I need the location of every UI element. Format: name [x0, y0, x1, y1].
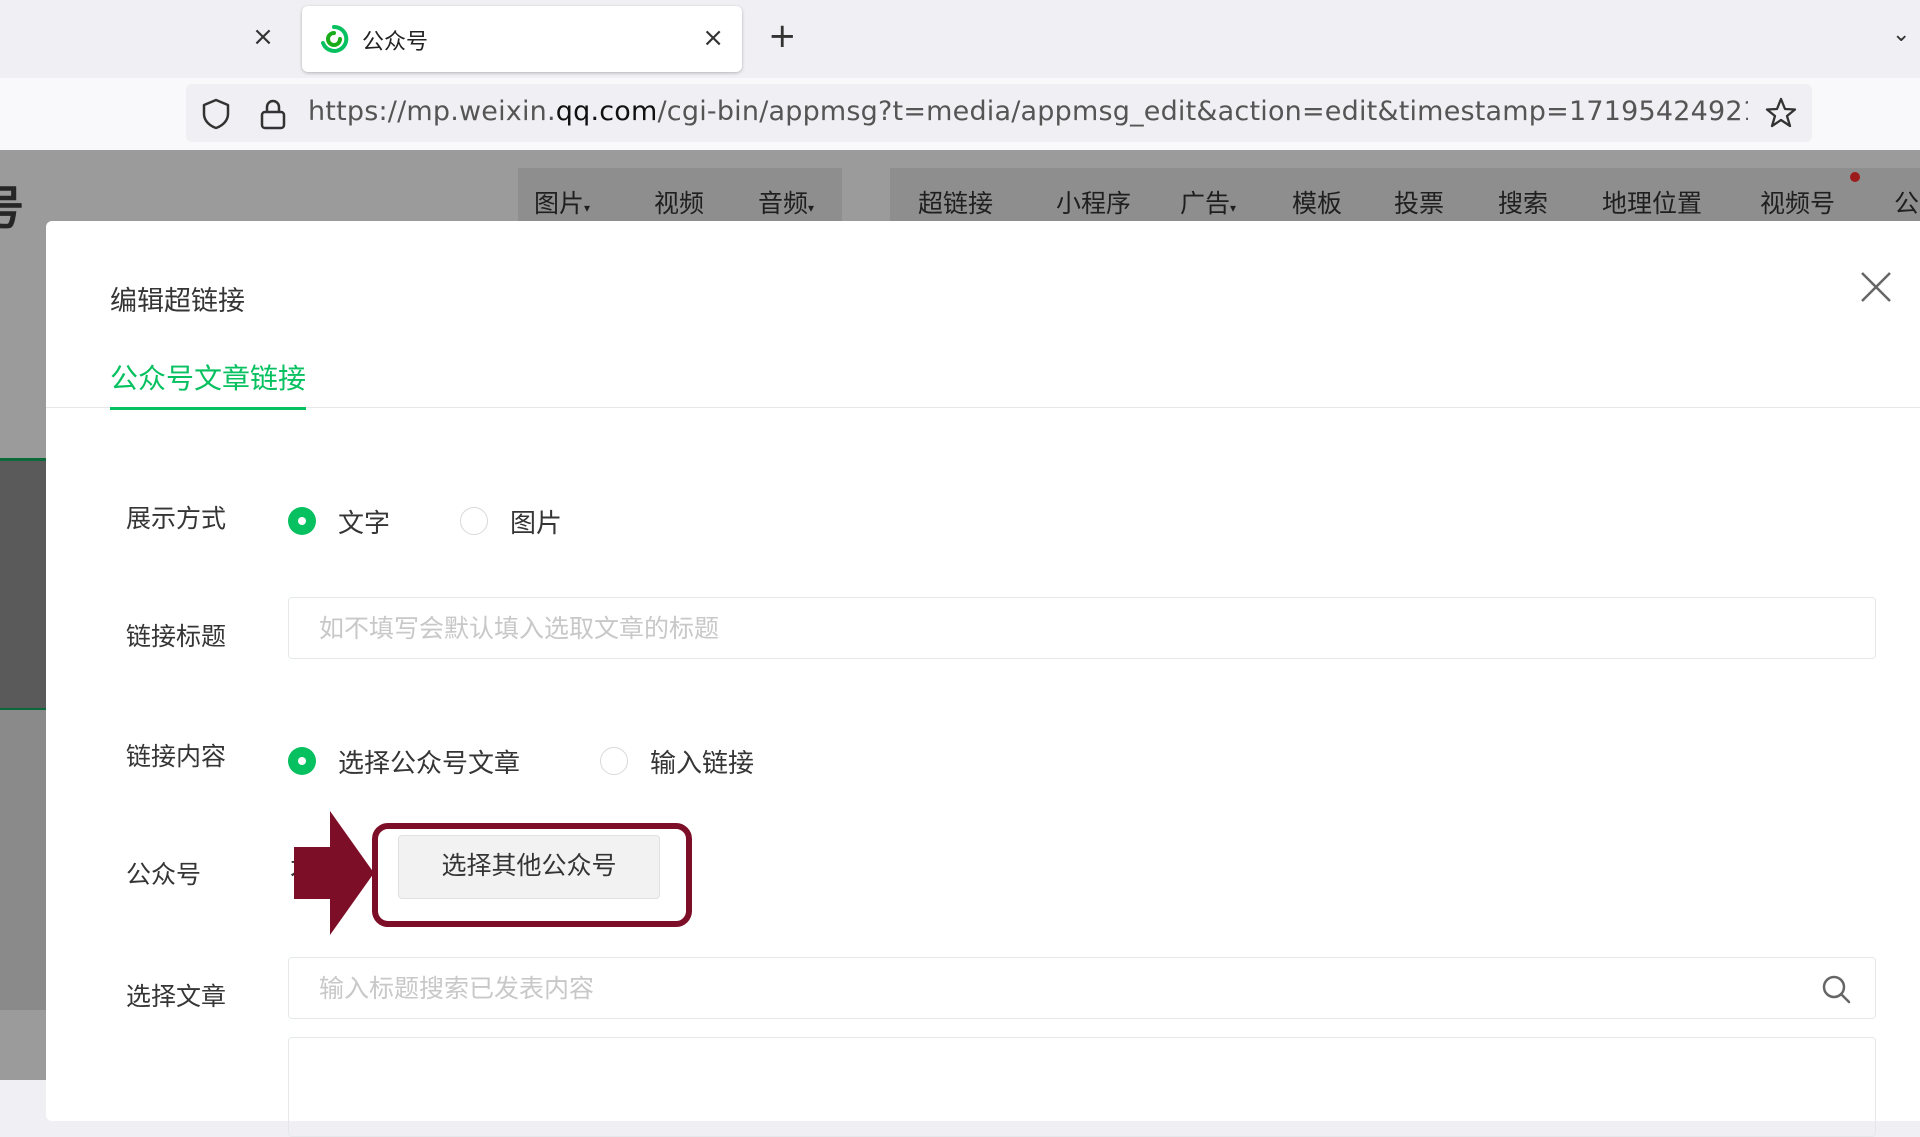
- toolbar-item-ad[interactable]: 广告▾: [1180, 184, 1236, 220]
- article-list: [288, 1037, 1876, 1137]
- radio-select-article-label[interactable]: 选择公众号文章: [338, 743, 520, 780]
- radio-select-article[interactable]: [288, 747, 316, 775]
- toolbar-item-location[interactable]: 地理位置: [1602, 184, 1702, 220]
- toolbar-item-video[interactable]: 视频: [654, 184, 704, 220]
- toolbar-item-image[interactable]: 图片▾: [534, 184, 590, 220]
- shield-icon[interactable]: [200, 97, 232, 131]
- tab-close-icon[interactable]: ×: [702, 23, 724, 53]
- close-icon[interactable]: [1856, 267, 1896, 307]
- toolbar-item-more[interactable]: 公: [1894, 184, 1919, 220]
- link-title-input[interactable]: [288, 597, 1876, 659]
- tab-title: 公众号: [362, 30, 429, 55]
- radio-image-mode-label[interactable]: 图片: [510, 503, 562, 540]
- toolbar-item-miniprogram[interactable]: 小程序: [1056, 184, 1131, 220]
- toolbar-item-template[interactable]: 模板: [1292, 184, 1342, 220]
- link-title-label: 链接标题: [126, 622, 227, 651]
- tab-list-chevron-icon[interactable]: ⌄: [1892, 22, 1910, 47]
- toolbar-item-hyperlink[interactable]: 超链接: [918, 184, 993, 220]
- annotation-highlight-box: [372, 823, 692, 927]
- tab-official-account-article-link[interactable]: 公众号文章链接: [110, 357, 307, 410]
- search-icon[interactable]: [1820, 973, 1852, 1005]
- display-mode-label: 展示方式: [126, 504, 227, 533]
- page-brand-title: 号: [0, 181, 24, 235]
- sidebar-divider: [0, 458, 46, 461]
- url-prefix: https://mp.weixin.: [308, 96, 556, 127]
- edit-hyperlink-dialog: 编辑超链接 公众号文章链接 展示方式 文字 图片 链接标题 链接内容 选择公众号…: [46, 221, 1920, 1137]
- annotation-arrow-icon: [294, 811, 374, 935]
- select-article-label: 选择文章: [126, 982, 227, 1011]
- weixin-favicon-icon: [321, 24, 349, 53]
- sidebar-panel-lower: [0, 710, 46, 1010]
- dialog-title: 编辑超链接: [110, 286, 245, 317]
- toolbar-item-audio[interactable]: 音频▾: [758, 184, 814, 220]
- toolbar-item-search[interactable]: 搜索: [1498, 184, 1548, 220]
- radio-input-link-label[interactable]: 输入链接: [650, 743, 754, 780]
- browser-tab-active[interactable]: 公众号 ×: [302, 6, 742, 72]
- new-tab-icon[interactable]: +: [768, 18, 797, 54]
- url-path: /cgi-bin/appmsg?t=media/appmsg_edit&acti…: [657, 96, 1748, 127]
- radio-image-mode[interactable]: [460, 507, 488, 535]
- toolbar-item-vote[interactable]: 投票: [1394, 184, 1444, 220]
- link-content-label: 链接内容: [126, 742, 227, 771]
- lock-icon[interactable]: [258, 97, 288, 131]
- close-previous-tab-icon[interactable]: ×: [248, 22, 278, 52]
- bookmark-star-icon[interactable]: [1764, 96, 1798, 130]
- url-domain: qq.com: [555, 96, 658, 127]
- url-text[interactable]: https://mp.weixin.qq.com/cgi-bin/appmsg?…: [308, 96, 1748, 130]
- toolbar-item-channels[interactable]: 视频号: [1760, 184, 1835, 220]
- article-search-input[interactable]: [288, 957, 1876, 1019]
- account-label: 公众号: [126, 860, 202, 889]
- notification-dot: [1850, 172, 1860, 182]
- radio-text-mode-label[interactable]: 文字: [338, 503, 390, 540]
- radio-text-mode[interactable]: [288, 507, 316, 535]
- browser-tabstrip: × 公众号 × + ⌄: [0, 0, 1920, 78]
- radio-input-link[interactable]: [600, 747, 628, 775]
- tab-divider: [46, 407, 1920, 408]
